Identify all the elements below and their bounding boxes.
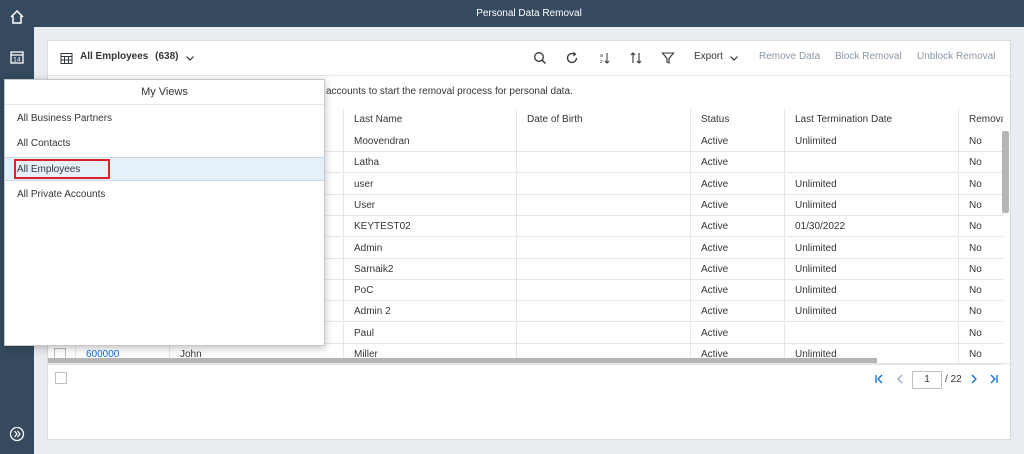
cell-status: Active bbox=[690, 237, 784, 259]
cell-status: Active bbox=[690, 322, 784, 344]
column-header-date-of-birth[interactable]: Date of Birth bbox=[516, 109, 690, 131]
cell-status: Active bbox=[690, 280, 784, 302]
expand-icon[interactable] bbox=[7, 424, 27, 444]
remove-data-button[interactable]: Remove Data bbox=[759, 51, 820, 62]
cell-status: Active bbox=[690, 301, 784, 323]
page-title: Personal Data Removal bbox=[476, 8, 582, 19]
cell-date-of-birth bbox=[516, 131, 690, 152]
sort-icon[interactable] bbox=[627, 49, 645, 67]
cell-removal-blocked: No bbox=[958, 280, 1003, 302]
cell-last-name: Latha bbox=[343, 152, 516, 174]
cell-date-of-birth bbox=[516, 301, 690, 323]
popover-title: My Views bbox=[5, 80, 324, 105]
cell-last-name: User bbox=[343, 194, 516, 216]
cell-status: Active bbox=[690, 131, 784, 152]
calendar-icon[interactable]: 14 bbox=[7, 47, 27, 67]
cell-removal-blocked: No bbox=[958, 322, 1003, 344]
cell-last-termination-date bbox=[784, 152, 958, 174]
cell-last-name: user bbox=[343, 173, 516, 195]
cell-status: Active bbox=[690, 152, 784, 174]
cell-last-termination-date: 01/30/2022 bbox=[784, 216, 958, 238]
sort-alphabetical-icon[interactable]: az bbox=[595, 49, 613, 67]
page-total: / 22 bbox=[945, 374, 962, 385]
cell-date-of-birth bbox=[516, 237, 690, 259]
info-message: accounts to start the removal process fo… bbox=[326, 86, 573, 97]
svg-text:z: z bbox=[600, 59, 603, 65]
svg-text:14: 14 bbox=[13, 57, 21, 64]
filter-icon[interactable] bbox=[659, 49, 677, 67]
column-header-status[interactable]: Status bbox=[690, 109, 784, 131]
cell-last-name: Admin bbox=[343, 237, 516, 259]
cell-status: Active bbox=[690, 258, 784, 280]
cell-removal-blocked: No bbox=[958, 131, 1003, 152]
cell-status: Active bbox=[690, 173, 784, 195]
cell-date-of-birth bbox=[516, 173, 690, 195]
cell-removal-blocked: No bbox=[958, 216, 1003, 238]
cell-date-of-birth bbox=[516, 152, 690, 174]
last-page-icon[interactable] bbox=[985, 370, 1003, 388]
view-count: (638) bbox=[155, 51, 179, 62]
cell-removal-blocked: No bbox=[958, 258, 1003, 280]
cell-last-name: Moovendran bbox=[343, 131, 516, 152]
cell-status: Active bbox=[690, 194, 784, 216]
vertical-scrollbar[interactable] bbox=[1002, 131, 1009, 213]
view-item-all-business-partners[interactable]: All Business Partners bbox=[5, 107, 324, 131]
refresh-icon[interactable] bbox=[563, 49, 581, 67]
cell-removal-blocked: No bbox=[958, 152, 1003, 174]
cell-last-termination-date: Unlimited bbox=[784, 280, 958, 302]
table-toolbar: All Employees (638) az Export Remove Dat… bbox=[48, 41, 1010, 76]
cell-last-name: KEYTEST02 bbox=[343, 216, 516, 238]
chevron-down-icon[interactable] bbox=[725, 49, 743, 67]
view-item-all-contacts[interactable]: All Contacts bbox=[5, 132, 324, 156]
view-selector[interactable]: All Employees (638) bbox=[80, 51, 179, 62]
cell-status: Active bbox=[690, 216, 784, 238]
next-page-icon[interactable] bbox=[965, 370, 983, 388]
cell-last-name: PoC bbox=[343, 280, 516, 302]
cell-removal-blocked: No bbox=[958, 344, 1003, 365]
column-header-last-name[interactable]: Last Name bbox=[343, 109, 516, 131]
view-item-all-private-accounts[interactable]: All Private Accounts bbox=[5, 183, 324, 207]
cell-date-of-birth bbox=[516, 258, 690, 280]
view-name: All Employees bbox=[80, 51, 149, 62]
cell-last-termination-date: Unlimited bbox=[784, 194, 958, 216]
my-views-popover: My Views All Business Partners All Conta… bbox=[4, 79, 325, 346]
cell-last-termination-date bbox=[784, 322, 958, 344]
export-button[interactable]: Export bbox=[694, 51, 723, 62]
unblock-removal-button[interactable]: Unblock Removal bbox=[917, 51, 995, 62]
page-number-input[interactable]: 1 bbox=[912, 371, 942, 389]
table-icon bbox=[57, 49, 75, 67]
chevron-down-icon[interactable] bbox=[181, 49, 199, 67]
cell-last-termination-date: Unlimited bbox=[784, 131, 958, 152]
cell-last-name: Admin 2 bbox=[343, 301, 516, 323]
cell-date-of-birth bbox=[516, 322, 690, 344]
cell-last-name: Paul bbox=[343, 322, 516, 344]
highlight-box bbox=[14, 159, 110, 179]
cell-date-of-birth bbox=[516, 280, 690, 302]
cell-last-termination-date: Unlimited bbox=[784, 301, 958, 323]
column-header-removal-blocked[interactable]: Removal B bbox=[958, 109, 1003, 131]
cell-last-termination-date: Unlimited bbox=[784, 258, 958, 280]
home-icon[interactable] bbox=[7, 7, 27, 27]
cell-date-of-birth bbox=[516, 216, 690, 238]
view-item-all-employees[interactable]: All Employees bbox=[5, 157, 324, 181]
cell-last-name: Sarnaik2 bbox=[343, 258, 516, 280]
column-header-last-termination-date[interactable]: Last Termination Date bbox=[784, 109, 958, 131]
cell-date-of-birth bbox=[516, 194, 690, 216]
cell-removal-blocked: No bbox=[958, 194, 1003, 216]
select-all-checkbox[interactable] bbox=[55, 372, 67, 384]
previous-page-icon[interactable] bbox=[891, 370, 909, 388]
cell-removal-blocked: No bbox=[958, 237, 1003, 259]
cell-removal-blocked: No bbox=[958, 301, 1003, 323]
search-icon[interactable] bbox=[531, 49, 549, 67]
table-footer: 1 / 22 bbox=[48, 363, 1010, 394]
block-removal-button[interactable]: Block Removal bbox=[835, 51, 902, 62]
cell-removal-blocked: No bbox=[958, 173, 1003, 195]
shell-title-bar: Personal Data Removal bbox=[34, 0, 1024, 27]
cell-last-termination-date: Unlimited bbox=[784, 173, 958, 195]
first-page-icon[interactable] bbox=[870, 370, 888, 388]
cell-last-termination-date: Unlimited bbox=[784, 237, 958, 259]
